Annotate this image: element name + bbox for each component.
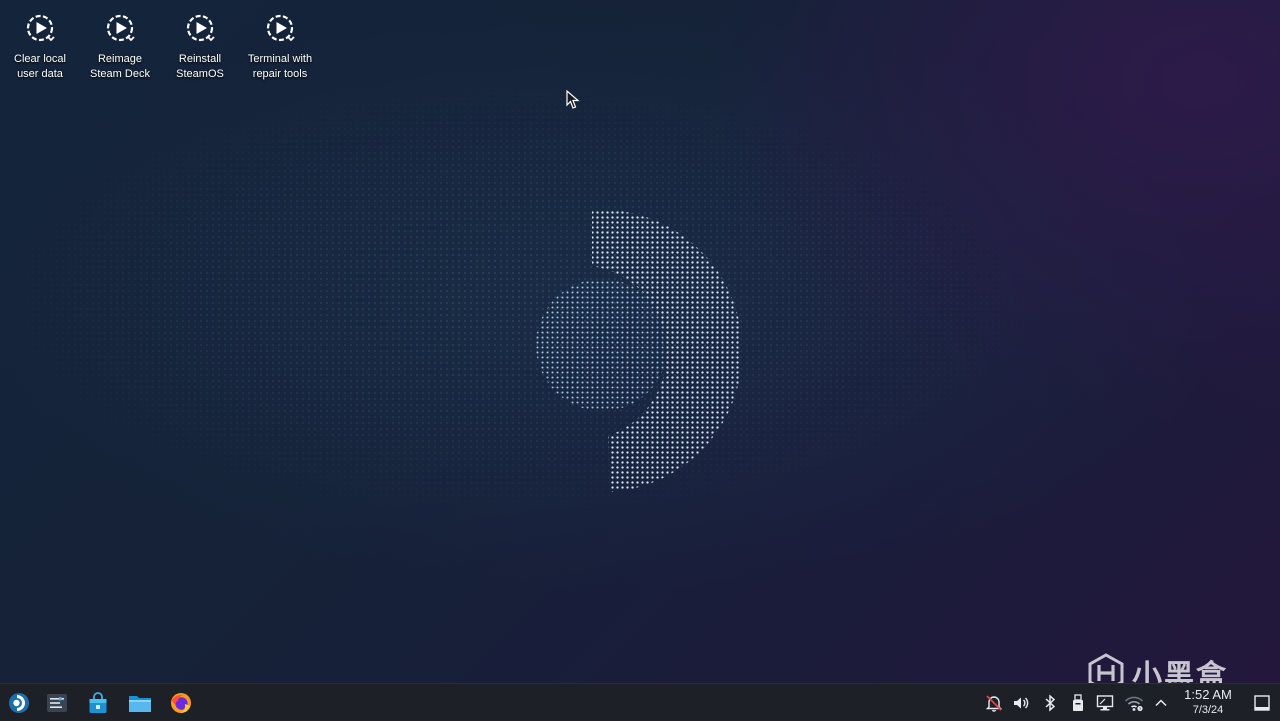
application-launcher-button[interactable]	[6, 690, 32, 716]
settings-sliders-icon	[47, 694, 67, 712]
recovery-action-icon	[106, 14, 135, 42]
desktop-icon-label: Reimage Steam Deck	[90, 53, 150, 80]
desktop[interactable]: Clear local user data Reimage Steam Deck…	[0, 0, 1280, 721]
storage-device-tray-button[interactable]	[1068, 693, 1088, 713]
firefox-browser-button[interactable]	[168, 690, 194, 716]
dolphin-file-manager-button[interactable]	[127, 690, 153, 716]
desktop-icon-terminal-with-repair-tools[interactable]: Terminal with repair tools	[240, 10, 320, 82]
recovery-action-icon	[186, 14, 215, 42]
recovery-action-icon	[266, 14, 295, 42]
monitor-icon	[1096, 695, 1114, 711]
bell-muted-icon	[985, 695, 1003, 712]
clock-time: 1:52 AM	[1184, 687, 1232, 702]
usb-drive-icon	[1073, 694, 1083, 711]
notifications-tray-button[interactable]	[984, 693, 1004, 713]
clock-date: 7/3/24	[1192, 704, 1224, 716]
bluetooth-icon	[1045, 694, 1056, 712]
system-settings-button[interactable]	[44, 690, 70, 716]
discover-store-button[interactable]	[85, 690, 111, 716]
speaker-icon	[1014, 697, 1029, 709]
desktop-icon-label: Clear local user data	[14, 53, 66, 80]
taskbar: ? 1:52 AM 7/3/24	[0, 683, 1280, 721]
desktop-icon-reimage-steam-deck[interactable]: Reimage Steam Deck	[80, 10, 160, 82]
steam-deck-launcher-icon	[9, 693, 29, 713]
mouse-cursor-icon	[566, 90, 580, 109]
show-desktop-icon	[1254, 695, 1270, 711]
steam-deck-logo-wallpaper	[536, 209, 740, 492]
desktop-icon-label: Terminal with repair tools	[247, 53, 313, 80]
wifi-icon: ?	[1124, 696, 1144, 711]
volume-tray-button[interactable]	[1011, 693, 1031, 713]
desktop-icon-clear-local-user-data[interactable]: Clear local user data	[0, 10, 80, 82]
folder-icon	[129, 696, 151, 712]
show-desktop-button[interactable]	[1252, 693, 1272, 713]
firefox-icon	[171, 693, 191, 713]
clock[interactable]: 1:52 AM 7/3/24	[1172, 687, 1244, 717]
recovery-action-icon	[26, 14, 55, 42]
display-configuration-tray-button[interactable]	[1095, 693, 1115, 713]
shopping-bag-icon	[89, 692, 107, 713]
bluetooth-tray-button[interactable]	[1040, 693, 1060, 713]
desktop-icon-reinstall-steamos[interactable]: Reinstall SteamOS	[160, 10, 240, 82]
wifi-tray-button[interactable]: ?	[1124, 693, 1144, 713]
desktop-icon-label: Reinstall SteamOS	[176, 53, 224, 80]
chevron-up-icon	[1155, 699, 1167, 707]
show-hidden-icons-button[interactable]	[1151, 693, 1171, 713]
